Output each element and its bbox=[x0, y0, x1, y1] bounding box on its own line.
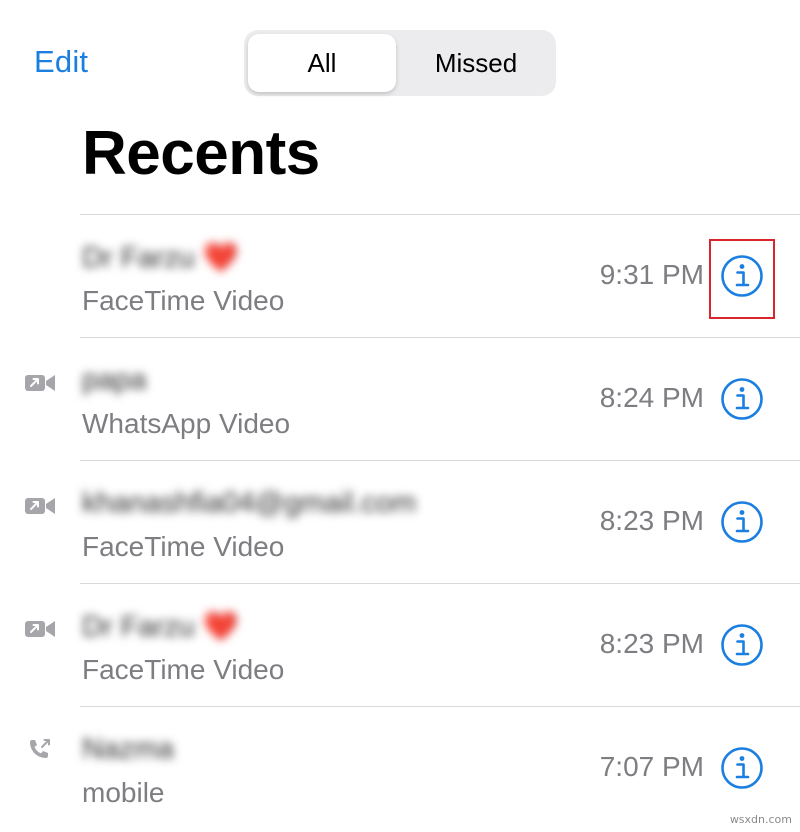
call-row[interactable]: papa WhatsApp Video 8:24 PM bbox=[0, 338, 800, 461]
contact-name-text: Nazma bbox=[82, 733, 174, 765]
info-circle-icon[interactable] bbox=[720, 254, 764, 298]
call-subtitle: WhatsApp Video bbox=[82, 408, 291, 439]
contact-name: Dr Farzu ❤️ bbox=[82, 241, 239, 275]
contact-name: papa bbox=[82, 364, 147, 397]
contact-name-text: papa bbox=[82, 364, 147, 396]
call-time: 7:07 PM bbox=[599, 751, 704, 782]
contact-name: Dr Farzu ❤️ bbox=[82, 610, 239, 644]
recents-filter-segmented-control: All Missed bbox=[244, 30, 556, 96]
recents-list: Dr Farzu ❤️ FaceTime Video 9:31 PM papa … bbox=[0, 215, 800, 830]
navigation-bar: Edit All Missed bbox=[0, 0, 800, 110]
call-row[interactable]: Dr Farzu ❤️ FaceTime Video 8:23 PM bbox=[0, 584, 800, 707]
outgoing-video-icon bbox=[25, 375, 55, 391]
call-time: 9:31 PM bbox=[599, 259, 704, 290]
page-title: Recents bbox=[82, 119, 320, 188]
call-row[interactable]: khanashfia04@gmail.com FaceTime Video 8:… bbox=[0, 461, 800, 584]
call-subtitle: FaceTime Video bbox=[82, 531, 285, 562]
contact-name-text: Dr Farzu bbox=[82, 611, 195, 643]
call-time: 8:23 PM bbox=[599, 505, 704, 536]
info-circle-icon[interactable] bbox=[720, 746, 764, 790]
call-row[interactable]: Nazma mobile 7:07 PM bbox=[0, 707, 800, 830]
contact-name: Nazma bbox=[82, 733, 174, 766]
contact-name-text: Dr Farzu bbox=[82, 242, 195, 274]
call-subtitle: FaceTime Video bbox=[82, 285, 285, 316]
watermark: wsxdn.com bbox=[729, 813, 792, 826]
call-time: 8:24 PM bbox=[599, 382, 704, 413]
call-row[interactable]: Dr Farzu ❤️ FaceTime Video 9:31 PM bbox=[0, 215, 800, 338]
call-subtitle: mobile bbox=[82, 777, 165, 808]
heart-emoji: ❤️ bbox=[202, 242, 239, 274]
contact-name-text: khanashfia04@gmail.com bbox=[82, 487, 417, 519]
segment-all[interactable]: All bbox=[248, 34, 396, 92]
outgoing-video-icon bbox=[25, 621, 55, 637]
outgoing-video-icon bbox=[25, 498, 55, 514]
info-circle-icon[interactable] bbox=[720, 500, 764, 544]
call-subtitle: FaceTime Video bbox=[82, 654, 285, 685]
call-time: 8:23 PM bbox=[599, 628, 704, 659]
edit-button[interactable]: Edit bbox=[34, 44, 88, 80]
outgoing-phone-icon bbox=[30, 739, 50, 758]
segment-missed[interactable]: Missed bbox=[400, 34, 552, 92]
heart-emoji: ❤️ bbox=[202, 611, 239, 643]
info-circle-icon[interactable] bbox=[720, 377, 764, 421]
info-circle-icon[interactable] bbox=[720, 623, 764, 667]
contact-name: khanashfia04@gmail.com bbox=[82, 487, 416, 520]
